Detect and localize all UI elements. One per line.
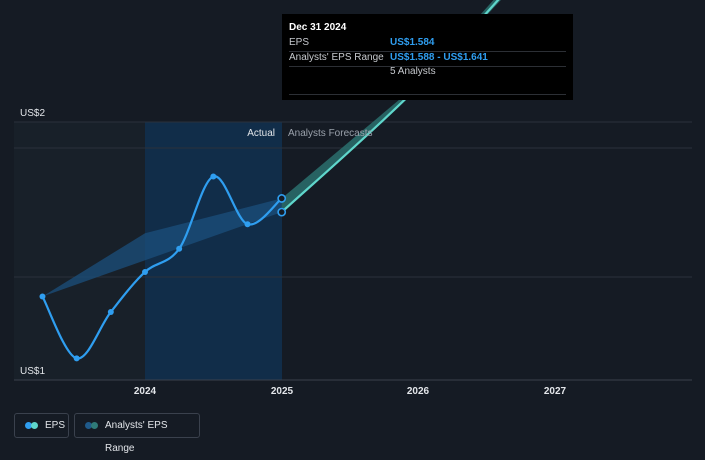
tooltip-range-value: US$1.588 - US$1.641 bbox=[390, 52, 488, 63]
eps-legend-icon bbox=[25, 422, 39, 429]
eps-actual-point-1 bbox=[73, 355, 80, 362]
tooltip-divider bbox=[289, 94, 566, 95]
y-tick-top: US$2 bbox=[20, 108, 45, 119]
legend-eps-label: EPS bbox=[45, 420, 66, 431]
eps-actual-point-6 bbox=[244, 221, 251, 228]
eps-actual-point-0 bbox=[39, 293, 46, 300]
eps-actual-point-5 bbox=[210, 173, 217, 180]
x-tick-2024: 2024 bbox=[134, 386, 157, 397]
y-tick-bottom: US$1 bbox=[20, 366, 45, 377]
x-tick-2027: 2027 bbox=[544, 386, 567, 397]
tooltip: Dec 31 2024 EPS US$1.584 Analysts' EPS R… bbox=[282, 14, 573, 100]
tooltip-eps-label: EPS bbox=[289, 37, 310, 48]
legend-range-label: Analysts' EPS Range bbox=[105, 420, 168, 454]
x-tick-2026: 2026 bbox=[407, 386, 430, 397]
tooltip-analysts: 5 Analysts bbox=[390, 66, 436, 77]
eps-actual-point-3 bbox=[142, 268, 148, 275]
range-legend-icon bbox=[85, 422, 99, 429]
forecast-label: Analysts Forecasts bbox=[288, 128, 372, 139]
legend-eps[interactable]: EPS bbox=[14, 413, 69, 438]
eps-forecast-point-0 bbox=[277, 207, 287, 217]
eps-actual-point-7 bbox=[277, 194, 287, 203]
x-tick-2025: 2025 bbox=[271, 386, 294, 397]
tooltip-eps-value: US$1.584 bbox=[390, 37, 435, 48]
eps-actual-point-2 bbox=[107, 308, 114, 315]
tooltip-range-row: Analysts' EPS Range US$1.588 - US$1.641 bbox=[289, 50, 566, 67]
legend-range[interactable]: Analysts' EPS Range bbox=[74, 413, 200, 454]
tooltip-date: Dec 31 2024 bbox=[289, 22, 347, 33]
eps-actual-point-4 bbox=[176, 245, 183, 252]
tooltip-range-label: Analysts' EPS Range bbox=[289, 52, 384, 63]
actual-label: Actual bbox=[247, 128, 275, 139]
